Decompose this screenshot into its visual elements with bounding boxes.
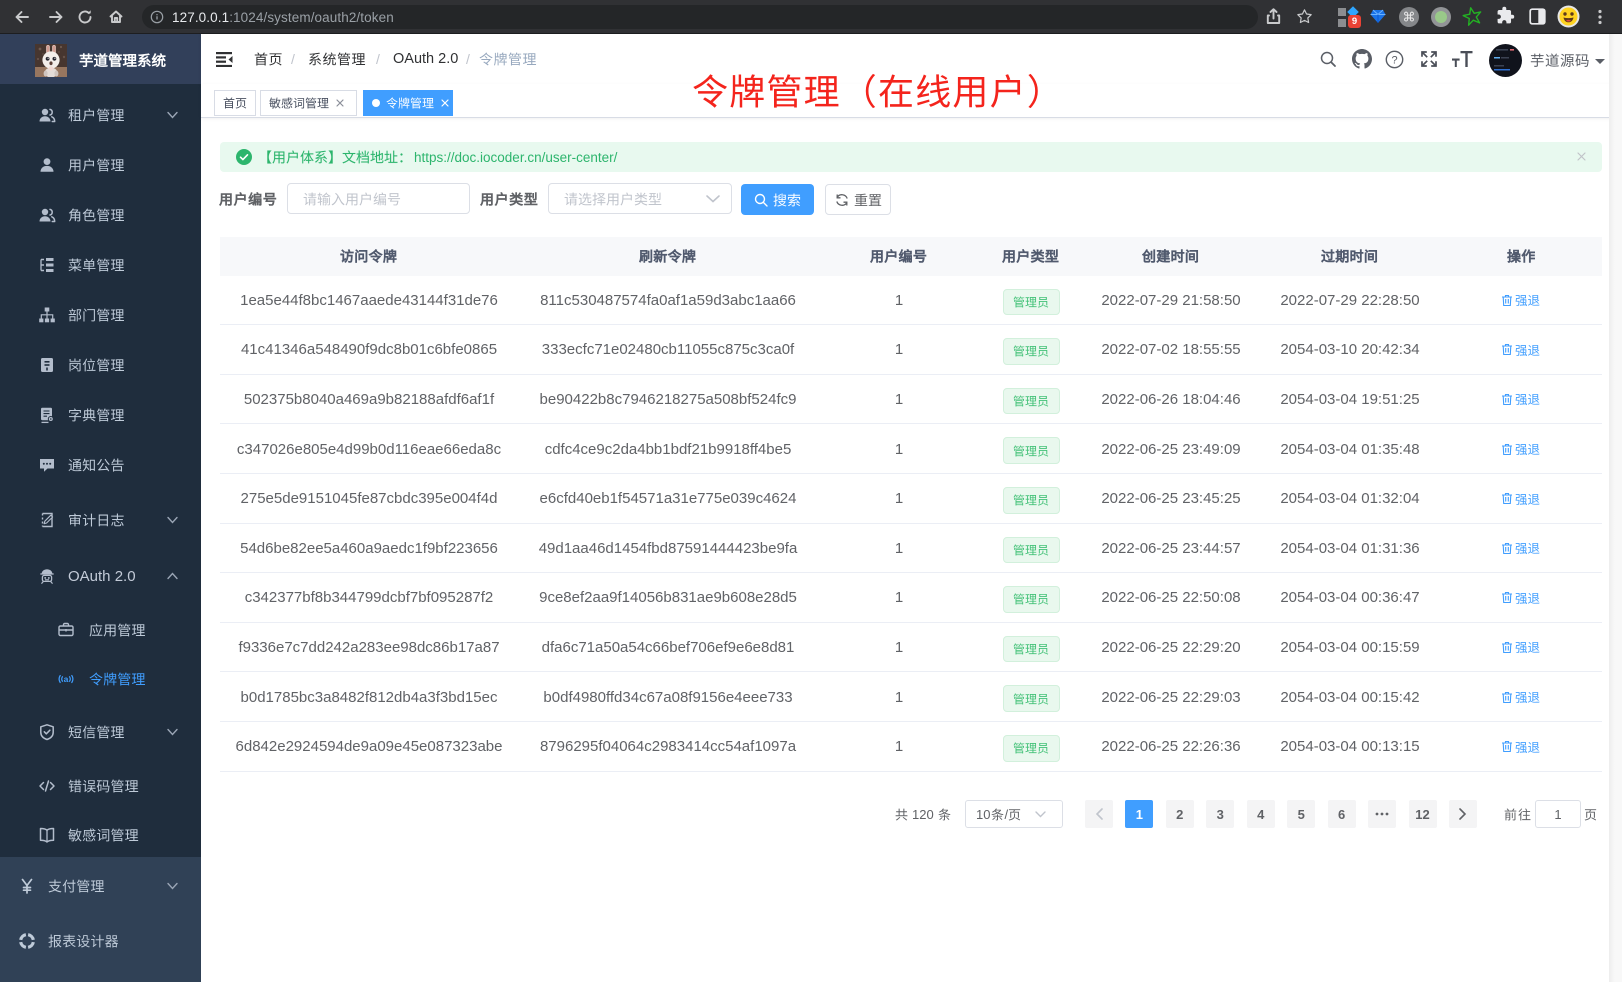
- svg-text:?: ?: [1391, 54, 1397, 66]
- svg-text:⌘: ⌘: [1403, 10, 1416, 25]
- svg-text:a: a: [64, 674, 69, 684]
